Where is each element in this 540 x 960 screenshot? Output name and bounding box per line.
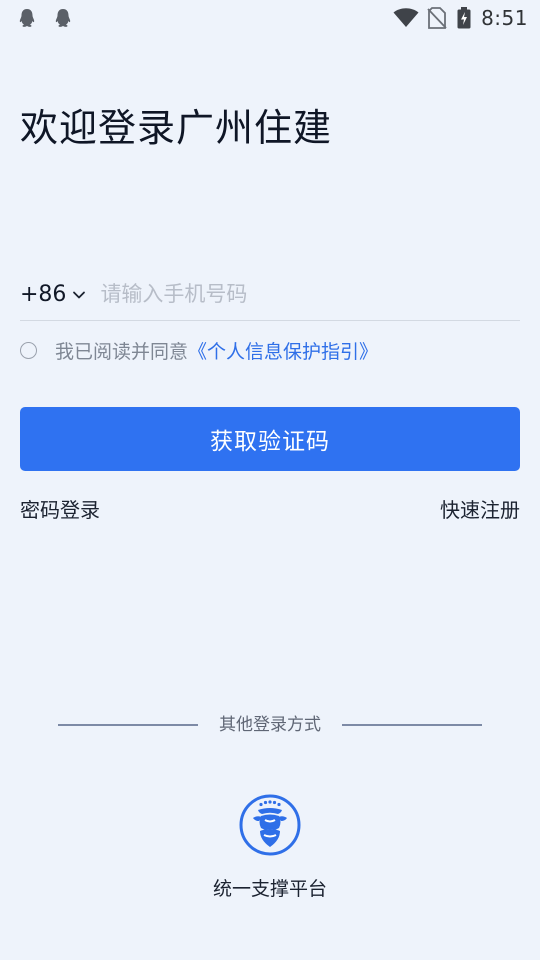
status-time: 8:51 — [481, 6, 528, 30]
get-verification-code-button[interactable]: 获取验证码 — [20, 407, 520, 471]
password-login-link[interactable]: 密码登录 — [20, 496, 100, 524]
phone-number-input[interactable] — [100, 274, 520, 314]
country-code-label: +86 — [20, 281, 67, 307]
agreement-text: 我已阅读并同意 — [55, 340, 189, 363]
unified-platform-label[interactable]: 统一支撑平台 — [170, 876, 370, 902]
country-code-selector[interactable]: +86 — [20, 282, 86, 307]
privacy-guide-link[interactable]: 《个人信息保护指引》 — [188, 337, 378, 364]
page-title: 欢迎登录广州住建 — [20, 106, 333, 150]
qq-icon — [55, 9, 71, 27]
no-sim-icon — [427, 7, 447, 29]
battery-charging-icon — [457, 7, 471, 29]
qq-icon — [19, 9, 35, 27]
quick-register-link[interactable]: 快速注册 — [440, 496, 520, 524]
unified-platform-logo-icon[interactable] — [239, 794, 301, 856]
chevron-down-icon — [73, 291, 86, 299]
other-login-divider-label: 其他登录方式 — [219, 715, 321, 735]
agreement-row: 我已阅读并同意 《个人信息保护指引》 — [20, 336, 378, 364]
agreement-checkbox[interactable] — [20, 341, 37, 359]
divider-line-right — [342, 724, 482, 726]
wifi-icon — [393, 8, 419, 28]
status-bar: 8:51 — [0, 0, 540, 36]
phone-input-row: +86 — [20, 268, 520, 321]
divider-line-left — [58, 724, 198, 726]
